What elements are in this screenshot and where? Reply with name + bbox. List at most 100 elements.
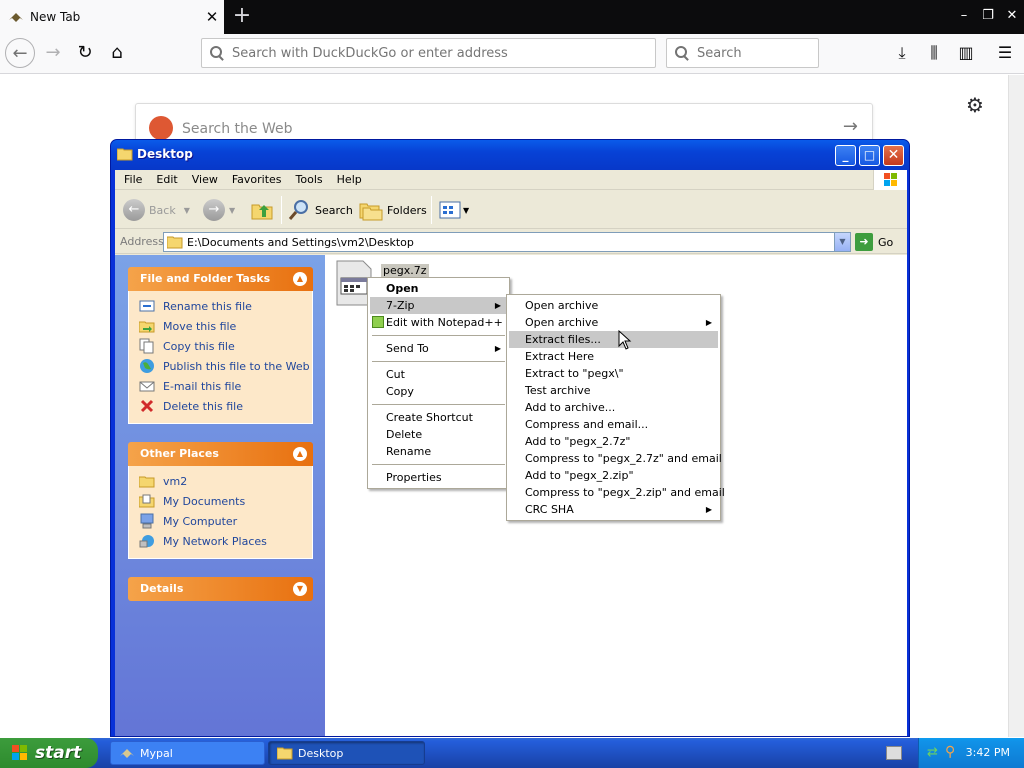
menu-item-open[interactable]: Open <box>370 280 507 297</box>
downloads-icon[interactable]: ⤓ <box>889 40 915 66</box>
task-email-file[interactable]: E-mail this file <box>139 376 312 396</box>
forward-button[interactable]: → <box>38 38 68 68</box>
menu-edit[interactable]: Edit <box>149 173 184 186</box>
forward-button[interactable]: → ▼ <box>203 197 235 223</box>
search-button[interactable]: Search <box>287 197 353 223</box>
search-icon <box>675 46 689 60</box>
rename-icon <box>139 300 155 312</box>
folders-button[interactable]: Folders <box>359 197 427 223</box>
new-tab-button[interactable]: + <box>228 2 256 30</box>
page-scrollbar[interactable] <box>1008 75 1024 737</box>
arrow-right-icon[interactable]: → <box>843 116 858 137</box>
chevron-up-icon[interactable]: ▲ <box>293 447 307 461</box>
menu-item-properties[interactable]: Properties <box>370 469 507 486</box>
menu-icon[interactable]: ☰ <box>992 40 1018 66</box>
chevron-down-icon[interactable]: ▼ <box>834 233 850 251</box>
menu-item-cut[interactable]: Cut <box>370 366 507 383</box>
tab-new-tab[interactable]: New Tab ✕ <box>0 0 224 34</box>
place-vm2[interactable]: vm2 <box>139 471 312 491</box>
menu-help[interactable]: Help <box>330 173 369 186</box>
explorer-titlebar[interactable]: Desktop _ □ ✕ <box>111 140 909 170</box>
file-name-label[interactable]: pegx.7z <box>381 264 429 277</box>
taskbar-desktop[interactable]: Desktop <box>268 741 425 765</box>
details-header[interactable]: Details ▼ <box>128 577 313 601</box>
place-my-network[interactable]: My Network Places <box>139 531 312 551</box>
address-field[interactable]: E:\Documents and Settings\vm2\Desktop ▼ <box>163 232 851 252</box>
menu-view[interactable]: View <box>185 173 225 186</box>
menu-item-create-shortcut[interactable]: Create Shortcut <box>370 409 507 426</box>
file-folder-tasks-header[interactable]: File and Folder Tasks ▲ <box>128 267 313 291</box>
restore-icon[interactable]: ❐ <box>976 5 1000 27</box>
submenu-add-to-7z[interactable]: Add to "pegx_2.7z" <box>509 433 718 450</box>
submenu-open-archive[interactable]: Open archive <box>509 297 718 314</box>
submenu-extract-files[interactable]: Extract files... <box>509 331 718 348</box>
other-places-header[interactable]: Other Places ▲ <box>128 442 313 466</box>
chevron-down-icon: ▼ <box>229 205 236 215</box>
submenu-compress-7z-email[interactable]: Compress to "pegx_2.7z" and email <box>509 450 722 467</box>
start-button[interactable]: start <box>0 738 98 768</box>
close-icon[interactable]: ✕ <box>883 145 904 166</box>
library-icon[interactable]: ⫼ <box>921 40 947 66</box>
back-button[interactable]: ← Back ▼ <box>123 197 190 223</box>
menu-file[interactable]: File <box>117 173 149 186</box>
mypal-favicon-icon <box>9 13 23 22</box>
menu-item-delete[interactable]: Delete <box>370 426 507 443</box>
chevron-down-icon[interactable]: ▼ <box>293 582 307 596</box>
task-rename-file[interactable]: Rename this file <box>139 296 312 316</box>
submenu-add-to-zip[interactable]: Add to "pegx_2.zip" <box>509 467 718 484</box>
home-button[interactable]: ⌂ <box>102 38 132 68</box>
folder-icon <box>117 148 133 161</box>
submenu-extract-to[interactable]: Extract to "pegx\" <box>509 365 718 382</box>
back-button[interactable]: ← <box>5 38 35 68</box>
url-bar[interactable] <box>201 38 656 68</box>
folder-icon <box>139 476 155 488</box>
network-tray-icon[interactable]: ⇄ <box>927 745 938 760</box>
menu-separator <box>372 464 505 465</box>
menu-tools[interactable]: Tools <box>289 173 330 186</box>
task-copy-file[interactable]: Copy this file <box>139 336 312 356</box>
views-button[interactable]: ▼ <box>439 197 469 223</box>
place-my-documents[interactable]: My Documents <box>139 491 312 511</box>
submenu-compress-email[interactable]: Compress and email... <box>509 416 718 433</box>
task-publish-web[interactable]: Publish this file to the Web <box>139 356 312 376</box>
submenu-test-archive[interactable]: Test archive <box>509 382 718 399</box>
submenu-extract-here[interactable]: Extract Here <box>509 348 718 365</box>
search-bar[interactable] <box>666 38 819 68</box>
maximize-icon[interactable]: □ <box>859 145 880 166</box>
search-input[interactable] <box>696 45 818 61</box>
tab-close-icon[interactable]: ✕ <box>200 8 224 26</box>
gear-icon[interactable]: ⚙ <box>966 93 984 117</box>
go-button[interactable]: ➜ Go <box>855 233 893 251</box>
submenu-crc-sha[interactable]: CRC SHA ▶ <box>509 501 718 518</box>
up-folder-button[interactable] <box>251 197 273 223</box>
menu-item-rename[interactable]: Rename <box>370 443 507 460</box>
submenu-compress-zip-email[interactable]: Compress to "pegx_2.zip" and email <box>509 484 725 501</box>
reload-button[interactable]: ↻ <box>70 38 100 68</box>
keyboard-icon[interactable] <box>886 746 902 760</box>
taskbar-mypal[interactable]: Mypal <box>110 741 265 765</box>
place-my-computer[interactable]: My Computer <box>139 511 312 531</box>
menu-favorites[interactable]: Favorites <box>225 173 289 186</box>
minimize-icon[interactable]: _ <box>835 145 856 166</box>
menu-item-edit-notepad[interactable]: Edit with Notepad++ <box>370 314 507 331</box>
menu-item-copy[interactable]: Copy <box>370 383 507 400</box>
search-tray-icon[interactable]: ⚲ <box>945 744 955 760</box>
copy-icon <box>139 338 154 354</box>
close-window-icon[interactable]: ✕ <box>1000 5 1024 27</box>
email-icon <box>139 381 155 392</box>
chevron-up-icon[interactable]: ▲ <box>293 272 307 286</box>
menu-item-send-to[interactable]: Send To ▶ <box>370 340 507 357</box>
task-move-file[interactable]: Move this file <box>139 316 312 336</box>
menu-item-7zip[interactable]: 7-Zip ▶ <box>370 297 507 314</box>
system-tray: ⇄ ⚲ 3:42 PM <box>918 738 1024 768</box>
url-input[interactable] <box>232 45 611 61</box>
nav-toolbar: ← → ↻ ⌂ ⤓ ⫼ ▥ ☰ <box>0 34 1024 74</box>
minimize-icon[interactable]: – <box>952 5 976 27</box>
submenu-add-to-archive[interactable]: Add to archive... <box>509 399 718 416</box>
sidebar-icon[interactable]: ▥ <box>953 40 979 66</box>
submenu-open-archive-more[interactable]: Open archive ▶ <box>509 314 718 331</box>
mypal-icon <box>120 749 134 758</box>
duckduckgo-logo-icon <box>149 116 173 140</box>
folder-icon <box>167 236 183 249</box>
task-delete-file[interactable]: Delete this file <box>139 396 312 416</box>
